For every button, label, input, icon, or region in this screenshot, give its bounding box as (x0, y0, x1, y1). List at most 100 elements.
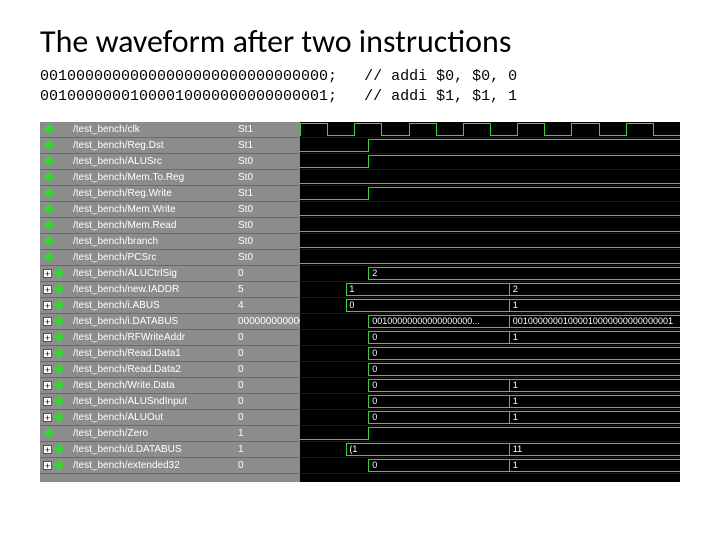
signal-name[interactable]: /test_bench/ALUOut (70, 410, 235, 426)
expand-icon[interactable]: + (43, 413, 52, 422)
signal-row-icon (40, 202, 70, 218)
signal-name[interactable]: /test_bench/new.IADDR (70, 282, 235, 298)
signal-diamond-icon (43, 235, 54, 246)
code-line-2-bits: 00100000001000010000000000000001; (40, 88, 337, 105)
bus-value-label: 1 (513, 380, 518, 390)
waveform-row (300, 154, 680, 170)
expand-icon[interactable]: + (43, 381, 52, 390)
signal-name-column: /test_bench/clk/test_bench/Reg.Dst/test_… (70, 122, 235, 482)
signal-row-icon: + (40, 346, 70, 362)
bus-value-label: 0 (372, 412, 377, 422)
signal-name[interactable]: /test_bench/Mem.Read (70, 218, 235, 234)
expand-icon[interactable]: + (43, 461, 52, 470)
signal-diamond-icon (53, 267, 64, 278)
expand-icon[interactable]: + (43, 333, 52, 342)
expand-icon[interactable]: + (43, 397, 52, 406)
waveform-row (300, 122, 680, 138)
signal-value: St0 (235, 234, 300, 250)
signal-diamond-icon (43, 219, 54, 230)
waveform-row (300, 202, 680, 218)
signal-row-icon: + (40, 378, 70, 394)
bus-value-label: 1 (513, 396, 518, 406)
code-line-2-comment: // addi $1, $1, 1 (364, 88, 517, 105)
signal-value: St1 (235, 186, 300, 202)
signal-name[interactable]: /test_bench/i.ABUS (70, 298, 235, 314)
expand-icon[interactable]: + (43, 349, 52, 358)
signal-name[interactable]: /test_bench/Reg.Dst (70, 138, 235, 154)
waveform-row: 0 (300, 362, 680, 378)
signal-name[interactable]: /test_bench/d.DATABUS (70, 442, 235, 458)
signal-name[interactable]: /test_bench/ALUCtrlSig (70, 266, 235, 282)
expand-icon[interactable]: + (43, 301, 52, 310)
waveform-row (300, 218, 680, 234)
signal-row-icon: + (40, 314, 70, 330)
signal-name[interactable]: /test_bench/clk (70, 122, 235, 138)
signal-value: 5 (235, 282, 300, 298)
signal-icon-column: + + + + + + + + + + + + (40, 122, 70, 482)
slide-title: The waveform after two instructions (40, 22, 680, 61)
code-line-1-bits: 00100000000000000000000000000000; (40, 68, 337, 85)
signal-diamond-icon (53, 283, 64, 294)
signal-value: 0 (235, 362, 300, 378)
signal-value: St0 (235, 218, 300, 234)
expand-icon[interactable]: + (43, 445, 52, 454)
signal-value: 0 (235, 394, 300, 410)
signal-value: 4 (235, 298, 300, 314)
expand-icon[interactable]: + (43, 365, 52, 374)
signal-value: St1 (235, 138, 300, 154)
signal-name[interactable]: /test_bench/branch (70, 234, 235, 250)
signal-row-icon: + (40, 266, 70, 282)
bus-value-label: 11 (513, 444, 522, 454)
signal-name[interactable]: /test_bench/Mem.To.Reg (70, 170, 235, 186)
waveform-row (300, 250, 680, 266)
signal-name[interactable]: /test_bench/Mem.Write (70, 202, 235, 218)
waveform-row: 00100000000000000000...00100000001000010… (300, 314, 680, 330)
signal-name[interactable]: /test_bench/Read.Data1 (70, 346, 235, 362)
signal-row-icon (40, 426, 70, 442)
bus-value-label: 0 (372, 364, 377, 374)
signal-name[interactable]: /test_bench/ALUSrc (70, 154, 235, 170)
signal-row-icon (40, 218, 70, 234)
signal-name[interactable]: /test_bench/i.DATABUS (70, 314, 235, 330)
waveform-row: 01 (300, 458, 680, 474)
waveform-row: 01 (300, 410, 680, 426)
signal-name[interactable]: /test_bench/Zero (70, 426, 235, 442)
signal-value: 1 (235, 426, 300, 442)
signal-name[interactable]: /test_bench/RFWriteAddr (70, 330, 235, 346)
signal-row-icon: + (40, 330, 70, 346)
signal-value: 0 (235, 410, 300, 426)
waveform-row (300, 426, 680, 442)
bus-value-label: 1 (349, 284, 354, 294)
expand-icon[interactable]: + (43, 285, 52, 294)
expand-icon[interactable]: + (43, 317, 52, 326)
signal-name[interactable]: /test_bench/extended32 (70, 458, 235, 474)
signal-name[interactable]: /test_bench/Write.Data (70, 378, 235, 394)
signal-row-icon: + (40, 458, 70, 474)
expand-icon[interactable]: + (43, 269, 52, 278)
signal-diamond-icon (43, 203, 54, 214)
machine-code-block: 00100000000000000000000000000000; // add… (40, 67, 680, 108)
signal-name[interactable]: /test_bench/PCSrc (70, 250, 235, 266)
signal-diamond-icon (43, 123, 54, 134)
signal-diamond-icon (43, 187, 54, 198)
signal-name[interactable]: /test_bench/Reg.Write (70, 186, 235, 202)
signal-row-icon: + (40, 298, 70, 314)
signal-row-icon (40, 250, 70, 266)
signal-value: 0 (235, 458, 300, 474)
signal-diamond-icon (43, 139, 54, 150)
signal-value: 0 (235, 266, 300, 282)
waveform-row: 01 (300, 298, 680, 314)
waveform-viewer: + + + + + + + + + + + + /test_bench/clk/test_bench/… (40, 122, 680, 482)
signal-value: St0 (235, 202, 300, 218)
waveform-row: 01 (300, 330, 680, 346)
signal-diamond-icon (53, 443, 64, 454)
signal-diamond-icon (53, 315, 64, 326)
bus-value-label: 0 (372, 332, 377, 342)
signal-row-icon: + (40, 442, 70, 458)
bus-value-label: 1 (513, 460, 518, 470)
signal-name[interactable]: /test_bench/Read.Data2 (70, 362, 235, 378)
waveform-row: 01 (300, 394, 680, 410)
signal-value-column: St1St1St0St0St1St0St0St0St00540000000000… (235, 122, 300, 482)
signal-value: St0 (235, 250, 300, 266)
signal-name[interactable]: /test_bench/ALUSndInput (70, 394, 235, 410)
